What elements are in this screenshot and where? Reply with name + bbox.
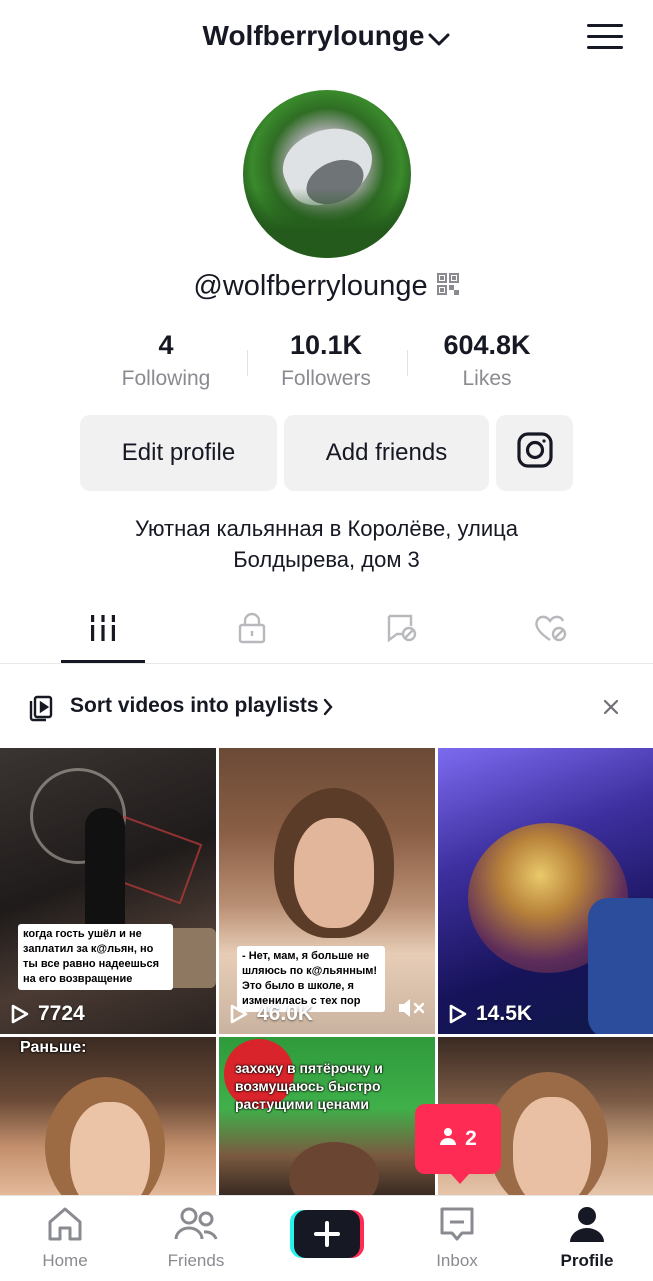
videos-grid-icon (88, 613, 118, 648)
likes-label: Likes (462, 367, 512, 390)
view-count-text: 7724 (38, 1002, 85, 1025)
new-followers-notification[interactable]: 2 (415, 1104, 501, 1184)
close-icon[interactable] (603, 699, 619, 720)
view-count: 7724 (10, 1002, 85, 1026)
nav-label: Home (42, 1251, 88, 1270)
chevron-right-icon (323, 698, 333, 721)
video-thumbnail[interactable]: Раньше: (0, 1037, 216, 1195)
account-name: Wolfberrylounge (202, 20, 425, 51)
notification-count: 2 (465, 1127, 477, 1150)
hamburger-icon[interactable] (587, 24, 623, 52)
handle-text: @wolfberrylounge (193, 270, 428, 302)
playlist-banner[interactable]: Sort videos into playlists (0, 680, 653, 734)
following-label: Following (121, 367, 211, 390)
nav-profile[interactable]: Profile (532, 1204, 642, 1271)
friends-icon (174, 1207, 218, 1248)
tab-private[interactable] (210, 605, 294, 655)
home-icon (45, 1207, 85, 1248)
bio-line: Уютная кальянная в Королёве, улица (135, 516, 518, 541)
profile-handle: @wolfberrylounge (0, 270, 653, 304)
instagram-button[interactable] (496, 415, 573, 491)
stat-following[interactable]: 4 Following (86, 330, 246, 391)
play-icon (449, 1004, 467, 1024)
lock-icon (236, 612, 268, 649)
likes-count: 604.8K (443, 330, 531, 360)
profile-bio: Уютная кальянная в Королёве, улица Болды… (0, 513, 653, 575)
playlist-banner-text: Sort videos into playlists (70, 694, 319, 717)
video-thumbnail[interactable]: когда гость ушёл и не заплатил за к@льян… (0, 748, 216, 1034)
nav-home[interactable]: Home (10, 1204, 120, 1271)
active-tab-indicator (61, 660, 145, 663)
avatar[interactable] (243, 90, 411, 258)
inbox-icon (437, 1207, 477, 1248)
view-count: 14.5K (448, 1002, 532, 1026)
view-count-text: 14.5K (476, 1002, 533, 1025)
playlist-icon (28, 694, 54, 727)
video-caption: Раньше: (20, 1039, 87, 1056)
tab-liked[interactable] (509, 605, 593, 655)
stat-likes[interactable]: 604.8K Likes (407, 330, 567, 391)
liked-hidden-icon (533, 612, 569, 649)
top-bar: Wolfberrylounge (0, 0, 653, 78)
edit-profile-button[interactable]: Edit profile (80, 415, 277, 491)
bottom-navigation: Home Friends Inbox Profile (0, 1195, 653, 1281)
nav-inbox[interactable]: Inbox (402, 1204, 512, 1271)
video-caption: когда гость ушёл и не заплатил за к@льян… (18, 924, 173, 990)
play-icon (11, 1004, 29, 1024)
qr-code-icon[interactable] (436, 271, 460, 304)
person-icon (439, 1127, 457, 1151)
tab-videos[interactable] (61, 605, 145, 655)
video-thumbnail[interactable]: 14.5K (438, 748, 653, 1034)
stat-followers[interactable]: 10.1K Followers (246, 330, 406, 391)
mute-icon[interactable] (397, 997, 425, 1024)
video-thumbnail[interactable]: - Нет, мам, я больше не шляюсь по к@льян… (219, 748, 435, 1034)
divider (0, 663, 653, 664)
followers-label: Followers (281, 367, 371, 390)
account-switcher[interactable]: Wolfberrylounge (0, 20, 653, 54)
video-caption: захожу в пятёрочку и возмущаюсь быстро р… (235, 1060, 383, 1112)
nav-label: Inbox (436, 1251, 478, 1270)
video-thumbnail[interactable]: захожу в пятёрочку и возмущаюсь быстро р… (219, 1037, 435, 1195)
chevron-down-icon (428, 22, 450, 54)
view-count: 46.0K (229, 1002, 313, 1026)
reposts-hidden-icon (385, 612, 419, 649)
tab-reposts[interactable] (360, 605, 444, 655)
nav-friends[interactable]: Friends (141, 1204, 251, 1271)
following-count: 4 (158, 330, 174, 360)
nav-label: Profile (560, 1251, 614, 1270)
add-friends-button[interactable]: Add friends (284, 415, 489, 491)
bio-line: Болдырева, дом 3 (233, 547, 420, 572)
nav-label: Friends (167, 1251, 225, 1270)
plus-icon (290, 1210, 364, 1262)
play-icon (230, 1004, 248, 1024)
followers-count: 10.1K (289, 330, 363, 360)
profile-icon (567, 1207, 607, 1248)
create-button[interactable] (290, 1210, 364, 1258)
instagram-icon (516, 431, 554, 476)
view-count-text: 46.0K (257, 1002, 314, 1025)
